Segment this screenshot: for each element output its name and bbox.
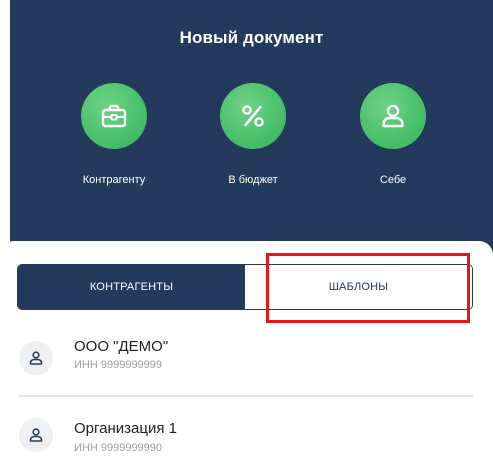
action-budget-label: В бюджет: [228, 174, 278, 186]
action-self-label: Себе: [379, 174, 407, 186]
action-counterparty-circle[interactable]: [81, 83, 147, 149]
action-budget-circle[interactable]: [220, 83, 286, 149]
briefcase-icon: [101, 104, 127, 128]
item-inn: ИНН 9999999990: [74, 442, 163, 454]
tab-counterparties[interactable]: КОНТРАГЕНТЫ: [18, 265, 245, 309]
item-name: ООО "ДЕМО": [74, 338, 169, 355]
divider: [19, 395, 473, 397]
list-item[interactable]: ООО "ДЕМО" ИНН 9999999999: [0, 332, 493, 392]
avatar: [19, 341, 53, 375]
person-icon: [382, 104, 404, 128]
percent-icon: [242, 105, 264, 127]
action-counterparty-label: Контрагенту: [82, 174, 146, 186]
tab-templates[interactable]: ШАБЛОНЫ: [245, 265, 472, 309]
item-name: Организация 1: [74, 420, 177, 437]
list-item[interactable]: Организация 1 ИНН 9999999990: [0, 414, 493, 474]
avatar: [19, 418, 53, 452]
action-budget[interactable]: В бюджет: [193, 83, 313, 186]
action-self[interactable]: Себе: [333, 83, 453, 186]
page-title: Новый документ: [179, 28, 324, 47]
item-inn: ИНН 9999999999: [74, 359, 163, 371]
action-self-circle[interactable]: [360, 83, 426, 149]
person-icon: [29, 428, 43, 442]
person-icon: [29, 351, 43, 365]
action-counterparty[interactable]: Контрагенту: [54, 83, 174, 186]
new-document-screen: Новый документ Контрагенту В бюджет Себе…: [0, 0, 493, 474]
header: Новый документ Контрагенту В бюджет Себе: [10, 0, 493, 258]
segmented-tabs: КОНТРАГЕНТЫ ШАБЛОНЫ: [17, 264, 473, 310]
